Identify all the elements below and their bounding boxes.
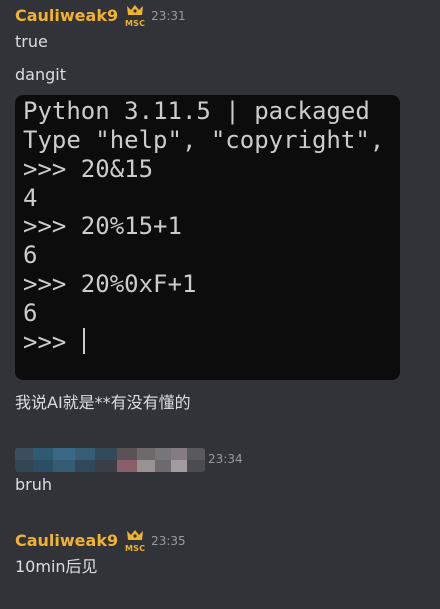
terminal-line: >>> 20&15 — [23, 155, 154, 183]
message-text: 我说AI就是**有没有懂的 — [15, 393, 191, 412]
timestamp[interactable]: 23:31 — [151, 8, 186, 24]
message-text: true — [15, 32, 48, 51]
redacted-username[interactable] — [15, 448, 205, 472]
terminal-line: 4 — [23, 184, 38, 212]
message-header: Cauliweak9 MSC 23:31 — [15, 4, 186, 28]
message-header: Cauliweak9 MSC 23:35 — [15, 529, 186, 553]
terminal-prompt: >>> — [23, 328, 81, 356]
terminal-line: >>> 20%0xF+1 — [23, 270, 197, 298]
username[interactable]: Cauliweak9 — [15, 6, 118, 26]
message-text: 10min后见 — [15, 557, 98, 576]
msc-badge-icon[interactable]: MSC — [123, 4, 147, 28]
badge-label: MSC — [125, 19, 146, 28]
timestamp[interactable]: 23:34 — [208, 451, 243, 467]
message-text: bruh — [15, 475, 53, 494]
badge-label: MSC — [125, 544, 146, 553]
terminal-screenshot-attachment[interactable]: Python 3.11.5 | packaged Type "help", "c… — [15, 95, 400, 380]
terminal-line: 6 — [23, 299, 38, 327]
terminal-cursor — [82, 328, 85, 354]
terminal-line: Python 3.11.5 | packaged — [23, 97, 370, 125]
terminal-line: >>> 20%15+1 — [23, 212, 182, 240]
timestamp[interactable]: 23:35 — [151, 533, 186, 549]
terminal-prompt-line: >>> — [23, 328, 85, 357]
message-text: dangit — [15, 65, 66, 84]
username[interactable]: Cauliweak9 — [15, 531, 118, 551]
terminal-line: Type "help", "copyright", — [23, 126, 385, 154]
msc-badge-icon[interactable]: MSC — [123, 529, 147, 553]
message-header: 23:34 — [208, 451, 243, 467]
terminal-line: 6 — [23, 241, 38, 269]
